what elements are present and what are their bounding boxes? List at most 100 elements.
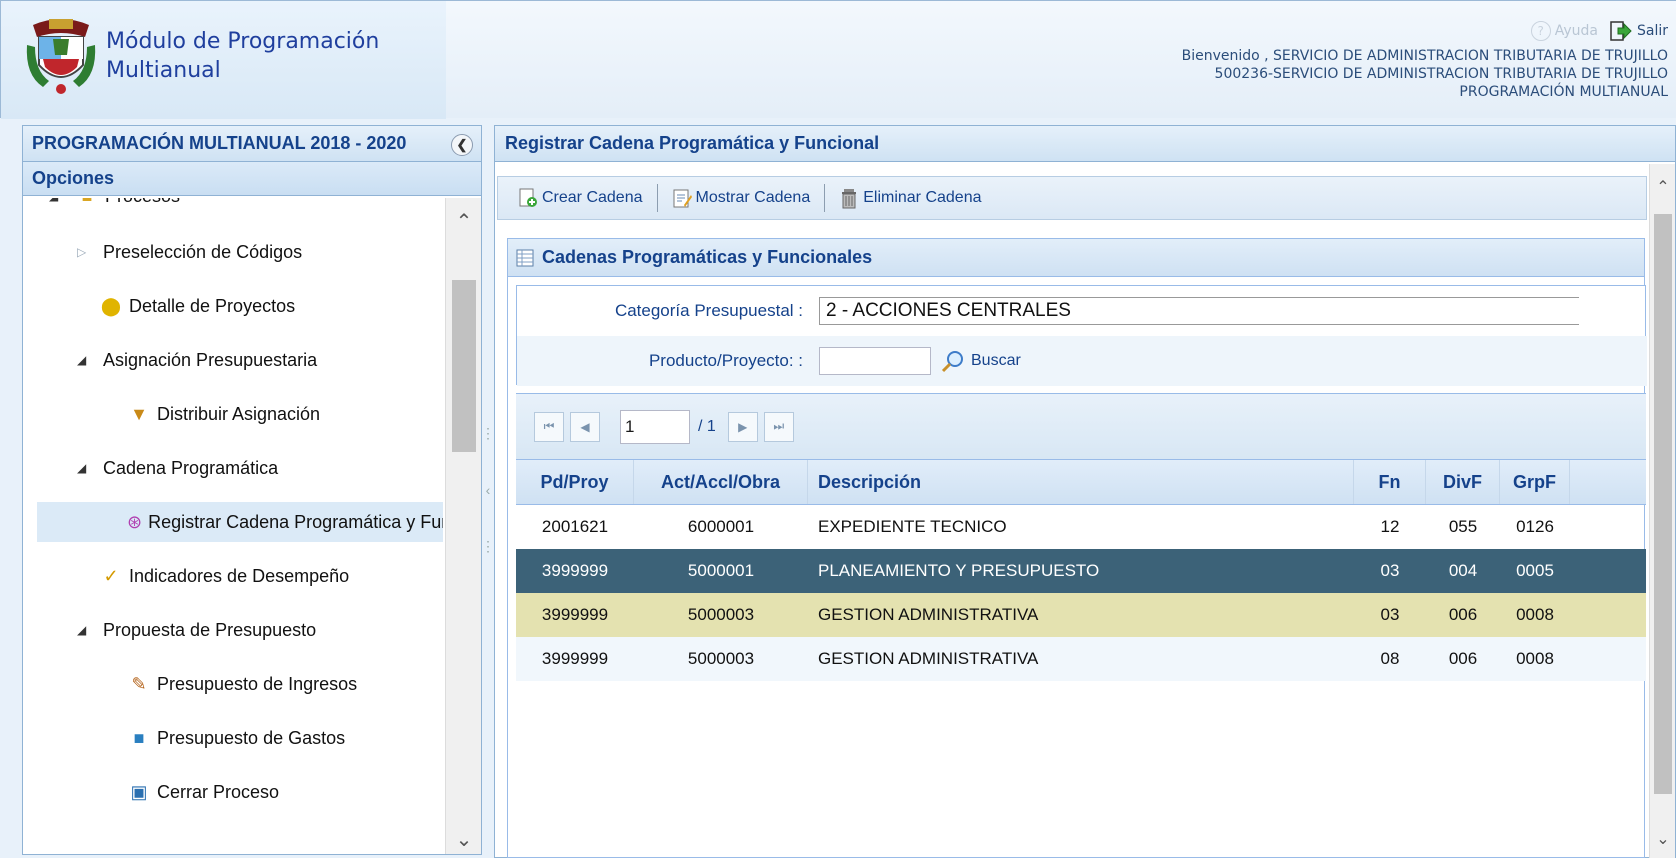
tree-item-gastos[interactable]: ■ Presupuesto de Gastos [23,718,443,758]
category-select[interactable]: 2 - ACCIONES CENTRALES [819,297,1579,325]
delete-chain-label: Eliminar Cadena [863,189,982,206]
table-row-hovered[interactable]: 3999999 5000003 GESTION ADMINISTRATIVA 0… [516,593,1646,637]
user-info: ? Ayuda Salir Bienvenido , SERVICIO DE A… [1182,21,1668,101]
folder-icon: ■ [75,198,99,207]
tree-expanded-arrow-icon: ◢ [77,461,87,475]
scroll-down-icon[interactable]: ⌄ [1650,824,1676,854]
last-page-icon[interactable]: ⏭ [763,411,794,442]
cell-descripcion: EXPEDIENTE TECNICO [818,517,1007,536]
column-header-act[interactable]: Act/Accl/Obra [634,460,808,504]
welcome-text: Bienvenido , SERVICIO DE ADMINISTRACION … [1181,48,1668,64]
toolbar-separator [824,184,826,212]
app-title: Módulo de Programación Multianual [106,27,379,85]
cell-grpf: 0008 [1516,605,1554,624]
show-chain-button[interactable]: Mostrar Cadena [666,187,817,209]
splitter-collapse-icon[interactable]: ‹ [486,482,491,498]
panel-splitter[interactable]: ⋮ ‹ ⋮ [481,125,495,855]
tree-item-preseleccion[interactable]: ▷ Preselección de Códigos [23,232,443,272]
tree-item-ingresos[interactable]: ✎ Presupuesto de Ingresos [23,664,443,704]
sidebar-scrollbar[interactable]: ⌃ ⌄ [445,198,481,854]
delete-chain-button[interactable]: Eliminar Cadena [833,187,987,209]
entity-text: 500236-SERVICIO DE ADMINISTRACION TRIBUT… [1214,66,1668,82]
product-row: Producto/Proyecto: : Buscar [517,336,1647,386]
pagination-toolbar: ⏮ ◀ 1 / 1 ▶ ⏭ [516,393,1646,459]
column-header-divf[interactable]: DivF [1426,460,1500,504]
cell-act: 5000003 [687,605,755,624]
main-scrollbar[interactable]: ⌃ ⌄ [1649,164,1675,858]
page-total: / 1 [698,417,716,435]
tree-expanded-arrow-icon: ◢ [77,623,87,637]
search-label: Buscar [971,352,1021,369]
toolbar-separator [656,184,658,212]
tree-item-propuesta[interactable]: ◢ Propuesta de Presupuesto [23,610,443,650]
cell-fn: 03 [1380,561,1400,580]
checklist-icon: ✓ [103,565,119,586]
tree-item-label: Presupuesto de Ingresos [157,673,358,694]
grid-table-icon [516,249,534,266]
scroll-up-icon[interactable]: ⌃ [1650,172,1676,202]
column-header-pdproy[interactable]: Pd/Proy [516,460,634,504]
tree-item-procesos[interactable]: ◢ ■ Procesos [23,198,443,216]
scroll-down-icon[interactable]: ⌄ [446,824,482,854]
search-icon [941,351,963,373]
tree-item-label: Detalle de Proyectos [129,295,296,316]
cell-grpf: 0005 [1516,561,1554,580]
next-page-icon[interactable]: ▶ [727,411,758,442]
search-button[interactable]: Buscar [941,349,1021,373]
cell-act: 5000001 [687,561,755,580]
column-header-descripcion[interactable]: Descripción [808,460,1354,504]
tree-item-cerrar[interactable]: ▣ Cerrar Proceso [23,772,443,812]
prev-page-icon[interactable]: ◀ [570,411,600,442]
section-title: Cadenas Programáticas y Funcionales [542,247,873,267]
create-chain-label: Crear Cadena [542,189,643,206]
book-icon: ✎ [131,673,147,694]
cell-descripcion: GESTION ADMINISTRATIVA [818,605,1039,624]
tree-item-label: Asignación Presupuestaria [103,349,318,370]
tree-item-registrar-cadena[interactable]: ⊛ Registrar Cadena Programática y Funcio… [37,502,443,542]
table-row-selected[interactable]: 3999999 5000001 PLANEAMIENTO Y PRESUPUES… [516,549,1646,593]
exit-link[interactable]: Salir [1610,21,1668,41]
tree-item-asignacion[interactable]: ◢ Asignación Presupuestaria [23,340,443,380]
cell-fn: 08 [1380,649,1400,668]
module-text: PROGRAMACIÓN MULTIANUAL [1459,84,1668,100]
cell-fn: 12 [1380,517,1400,536]
tree-item-label: Cadena Programática [103,457,279,478]
scrollbar-thumb[interactable] [452,280,476,452]
help-link[interactable]: ? Ayuda [1530,21,1598,41]
show-chain-label: Mostrar Cadena [695,189,811,206]
exit-icon [1610,21,1632,41]
page-number-input[interactable]: 1 [620,409,690,444]
column-header-grpf[interactable]: GrpF [1500,460,1570,504]
create-chain-button[interactable]: Crear Cadena [512,187,649,209]
tree-collapsed-arrow-icon: ▷ [77,245,87,259]
product-input[interactable] [819,347,931,375]
tree-item-distribuir[interactable]: ▼ Distribuir Asignación [23,394,443,434]
cell-pdproy: 3999999 [541,561,609,580]
add-document-icon [519,188,537,207]
splitter-grip-icon: ⋮ [481,425,495,441]
cell-descripcion: PLANEAMIENTO Y PRESUPUESTO [818,561,1100,580]
tree-item-label: Procesos [105,198,180,207]
cell-divf: 004 [1448,561,1478,580]
splitter-grip-icon: ⋮ [481,538,495,554]
exit-label: Salir [1636,23,1668,39]
column-header-fn[interactable]: Fn [1354,460,1426,504]
grid-header: Pd/Proy Act/Accl/Obra Descripción Fn Div… [516,459,1646,505]
page-title-text: Registrar Cadena Programática y Funciona… [505,133,880,153]
table-row[interactable]: 2001621 6000001 EXPEDIENTE TECNICO 12 05… [516,505,1646,549]
coin-icon: ⬤ [100,295,122,316]
options-header: Opciones [23,162,481,196]
first-page-icon[interactable]: ⏮ [534,411,564,442]
tree-item-cadena[interactable]: ◢ Cadena Programática [23,448,443,488]
tree-item-indicadores[interactable]: ✓ Indicadores de Desempeño [23,556,443,596]
trash-icon [842,189,857,209]
collapse-sidebar-button[interactable]: ❮ [451,134,473,156]
cell-divf: 055 [1448,517,1478,536]
scroll-up-icon[interactable]: ⌃ [446,206,482,236]
options-label: Opciones [32,168,115,188]
computer-icon: ▣ [130,781,148,802]
tree-item-detalle-proyectos[interactable]: ⬤ Detalle de Proyectos [23,286,443,326]
scrollbar-thumb[interactable] [1654,214,1672,794]
cell-divf: 006 [1448,649,1478,668]
table-row[interactable]: 3999999 5000003 GESTION ADMINISTRATIVA 0… [516,637,1646,681]
